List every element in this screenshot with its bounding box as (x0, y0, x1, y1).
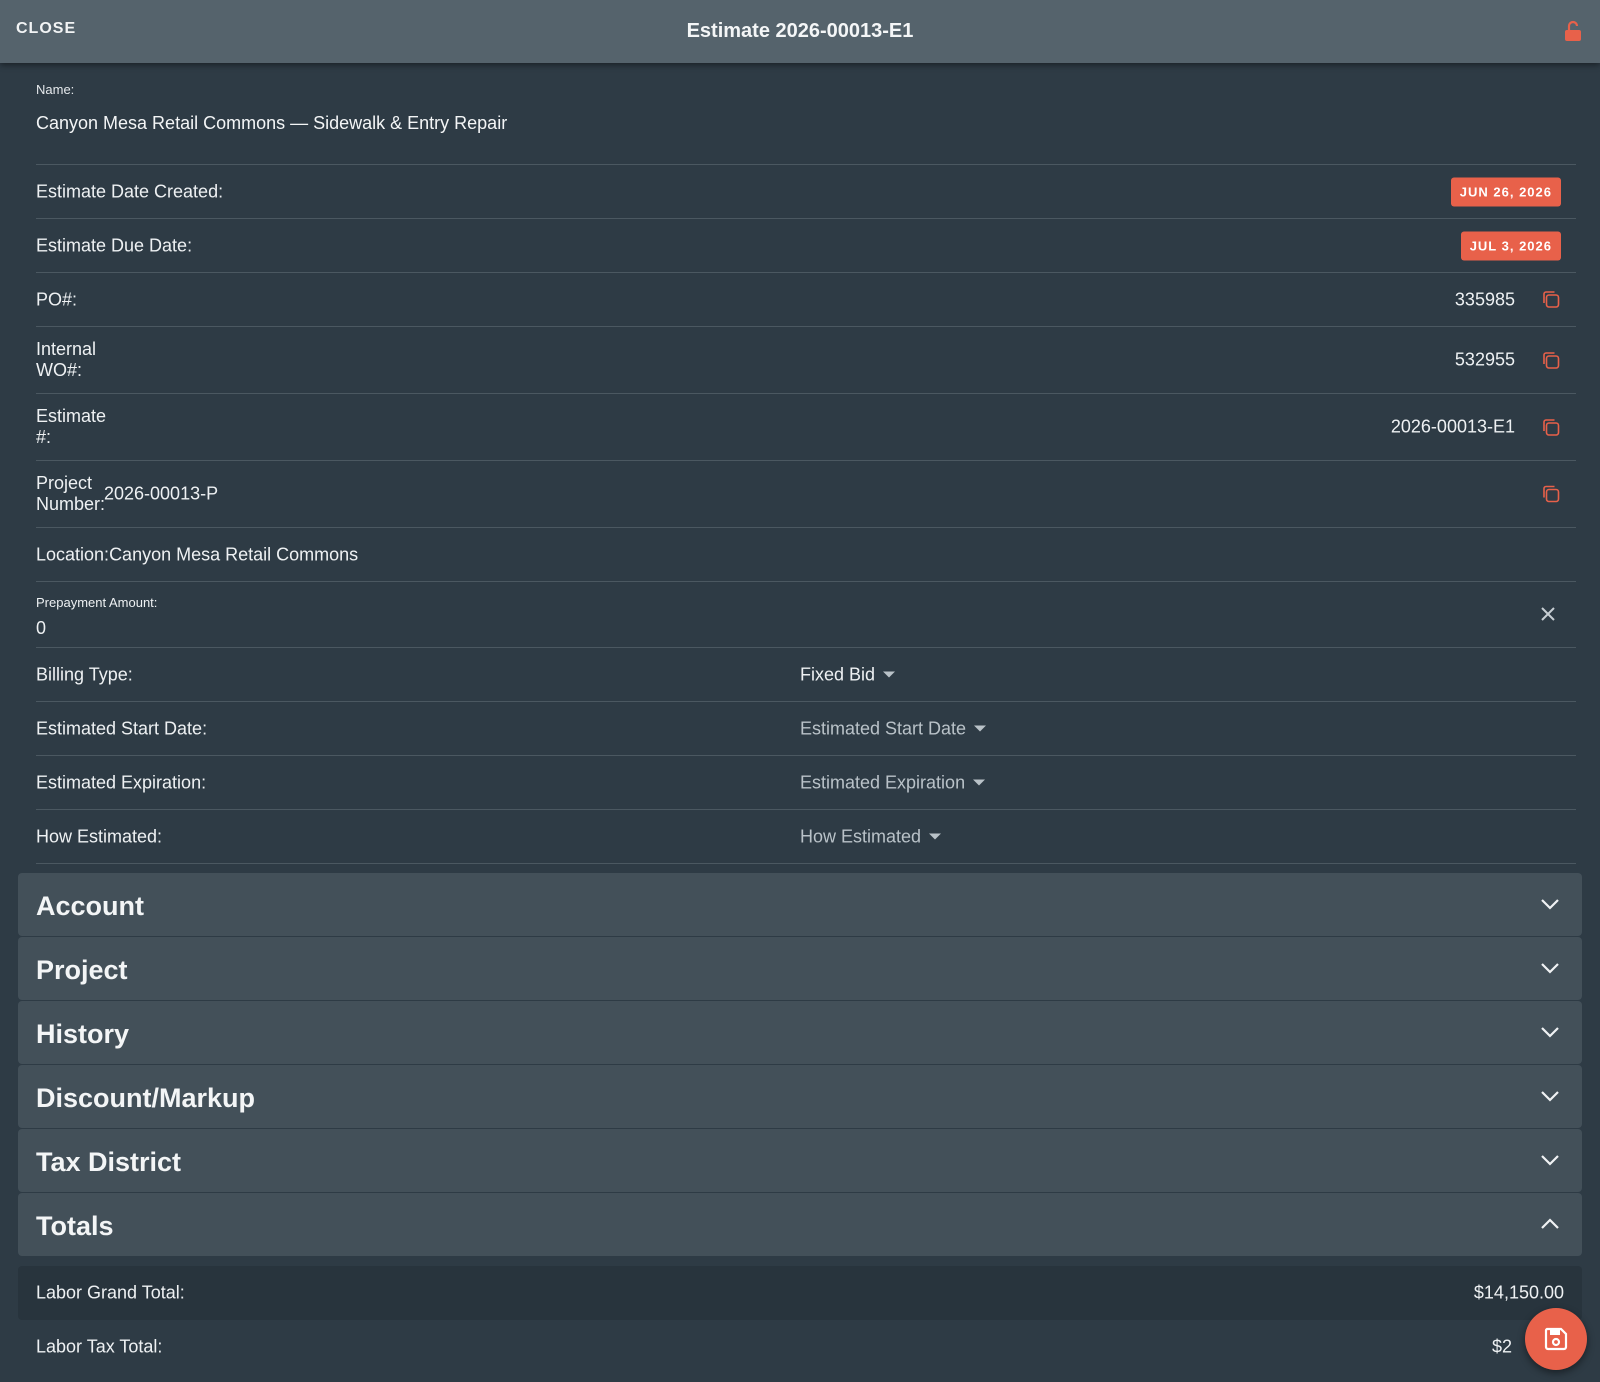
chevron-down-icon (1541, 1091, 1559, 1102)
account-panel-header[interactable]: Account (18, 873, 1582, 936)
internal-wo-row: Internal WO#: 532955 (36, 327, 1576, 394)
totals-panel-header[interactable]: Totals (18, 1193, 1582, 1256)
account-panel-title: Account (36, 891, 144, 921)
estimate-number-label: Estimate #: (36, 406, 107, 447)
labor-grand-total-row: Labor Grand Total: $14,150.00 (18, 1266, 1582, 1320)
project-number-row: Project Number: 2026-00013-P (36, 461, 1576, 528)
history-panel-title: History (36, 1019, 130, 1049)
estimate-due-date-label: Estimate Due Date: (36, 235, 193, 255)
location-value: Canyon Mesa Retail Commons (109, 544, 359, 564)
billing-type-value: Fixed Bid (800, 664, 876, 684)
page-title: Estimate 2026-00013-E1 (686, 20, 914, 42)
estimated-expiration-label: Estimated Expiration: (36, 772, 207, 792)
how-estimated-placeholder: How Estimated (800, 826, 922, 846)
how-estimated-row: How Estimated: How Estimated (36, 810, 1576, 864)
estimated-start-date-select[interactable]: Estimated Start Date (800, 718, 987, 739)
copy-icon[interactable] (1541, 290, 1561, 310)
how-estimated-select[interactable]: How Estimated (800, 826, 942, 847)
po-value: 335985 (1454, 289, 1515, 309)
chevron-down-icon (1541, 1027, 1559, 1038)
estimated-expiration-row: Estimated Expiration: Estimated Expirati… (36, 756, 1576, 810)
lock-open-icon[interactable] (1564, 20, 1582, 42)
how-estimated-label: How Estimated: (36, 826, 163, 846)
billing-type-row: Billing Type: Fixed Bid (36, 648, 1576, 702)
estimated-start-date-label: Estimated Start Date: (36, 718, 208, 738)
internal-wo-label: Internal WO#: (36, 339, 97, 380)
location-row: Location:Canyon Mesa Retail Commons (36, 528, 1576, 582)
history-panel-header[interactable]: History (18, 1001, 1582, 1064)
name-label: Name: (36, 82, 75, 97)
estimate-due-date-row: Estimate Due Date: JUL 3, 2026 (36, 219, 1576, 273)
caret-down-icon (929, 833, 942, 840)
estimate-date-created-badge[interactable]: JUN 26, 2026 (1450, 177, 1561, 206)
prepayment-amount-input[interactable]: 0 (36, 618, 46, 639)
billing-type-select[interactable]: Fixed Bid (800, 664, 896, 685)
estimate-due-date-badge[interactable]: JUL 3, 2026 (1460, 231, 1561, 260)
estimated-start-date-placeholder: Estimated Start Date (800, 718, 967, 738)
caret-down-icon (973, 779, 986, 786)
save-button[interactable] (1525, 1308, 1587, 1370)
labor-tax-total-row: Labor Tax Total: $2 (18, 1320, 1582, 1374)
labor-tax-total-value: $2 (1491, 1336, 1512, 1357)
chevron-up-icon (1541, 1218, 1559, 1229)
chevron-down-icon (1541, 963, 1559, 974)
labor-grand-total-value: $14,150.00 (1473, 1282, 1564, 1303)
estimated-start-date-row: Estimated Start Date: Estimated Start Da… (36, 702, 1576, 756)
po-label: PO#: (36, 289, 78, 309)
save-icon (1544, 1327, 1568, 1351)
estimated-expiration-placeholder: Estimated Expiration (800, 772, 966, 792)
labor-grand-total-label: Labor Grand Total: (36, 1282, 185, 1303)
estimate-form: Name: Canyon Mesa Retail Commons — Sidew… (0, 63, 1600, 1374)
clear-icon[interactable] (1540, 606, 1556, 622)
location-label: Location: (36, 544, 110, 564)
copy-icon[interactable] (1541, 484, 1561, 504)
estimated-expiration-select[interactable]: Estimated Expiration (800, 772, 986, 793)
location-text: Location:Canyon Mesa Retail Commons (36, 544, 358, 565)
discount-markup-panel-header[interactable]: Discount/Markup (18, 1065, 1582, 1128)
project-panel-title: Project (36, 955, 128, 985)
estimate-number-row: Estimate #: 2026-00013-E1 (36, 394, 1576, 461)
copy-icon[interactable] (1541, 350, 1561, 370)
copy-icon[interactable] (1541, 417, 1561, 437)
chevron-down-icon (1541, 1155, 1559, 1166)
name-value[interactable]: Canyon Mesa Retail Commons — Sidewalk & … (36, 113, 507, 134)
caret-down-icon (883, 671, 896, 678)
labor-tax-total-label: Labor Tax Total: (36, 1336, 163, 1357)
project-number-label: Project Number: (36, 473, 106, 514)
discount-markup-panel-title: Discount/Markup (36, 1083, 256, 1113)
tax-district-panel-title: Tax District (36, 1147, 182, 1177)
po-row: PO#: 335985 (36, 273, 1576, 327)
estimate-date-created-label: Estimate Date Created: (36, 181, 224, 201)
internal-wo-value: 532955 (1454, 349, 1515, 370)
name-field[interactable]: Name: Canyon Mesa Retail Commons — Sidew… (36, 63, 1576, 165)
billing-type-label: Billing Type: (36, 664, 133, 684)
project-panel-header[interactable]: Project (18, 937, 1582, 1000)
prepayment-amount-label: Prepayment Amount: (36, 595, 158, 610)
tax-district-panel-header[interactable]: Tax District (18, 1129, 1582, 1192)
estimate-number-value: 2026-00013-E1 (1390, 416, 1515, 437)
totals-panel-title: Totals (36, 1211, 114, 1241)
prepayment-amount-field[interactable]: Prepayment Amount: 0 (36, 582, 1576, 648)
estimate-date-created-row: Estimate Date Created: JUN 26, 2026 (36, 165, 1576, 219)
project-number-value: 2026-00013-P (104, 483, 219, 504)
top-bar: CLOSE Estimate 2026-00013-E1 (0, 0, 1600, 63)
chevron-down-icon (1541, 899, 1559, 910)
caret-down-icon (974, 725, 987, 732)
